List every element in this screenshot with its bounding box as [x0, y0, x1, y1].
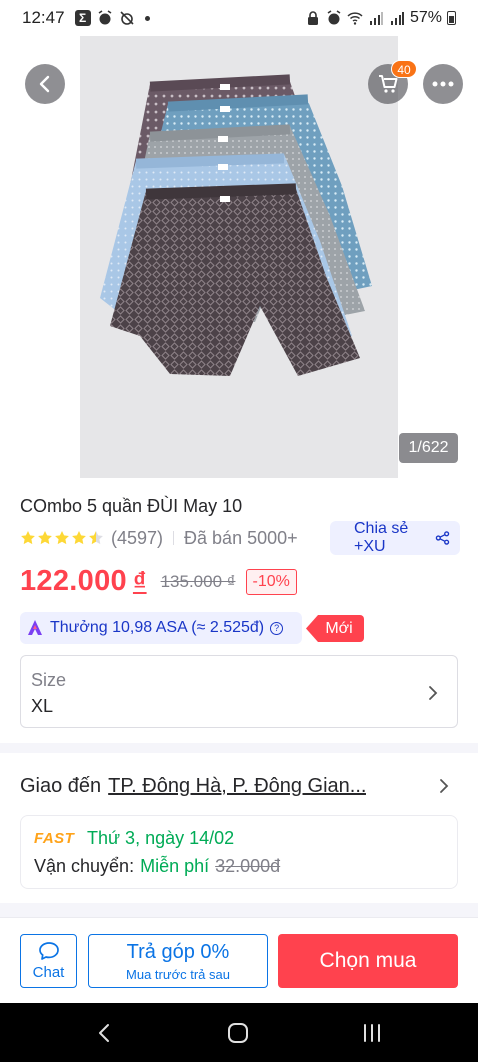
nav-recents-button[interactable]: [360, 1021, 384, 1045]
more-dots-icon: [432, 81, 454, 87]
shipping-old-fee: 32.000đ: [215, 856, 281, 876]
fast-delivery-logo: FAST: [34, 830, 75, 847]
delivery-address-row[interactable]: Giao đến TP. Đông Hà, P. Đông Gian...: [20, 774, 458, 798]
section-divider: [0, 903, 478, 917]
product-title: COmbo 5 quần ĐÙI May 10: [20, 496, 243, 516]
section-divider: [0, 743, 478, 753]
nav-back-icon: [99, 1024, 109, 1042]
nav-recents-icon: [364, 1024, 380, 1042]
price-currency: ₫: [132, 566, 147, 596]
original-price: 135.000 ₫: [160, 571, 236, 591]
chat-bubble-icon: [38, 942, 59, 960]
info-icon[interactable]: ?: [270, 621, 284, 635]
size-value: XL: [31, 696, 54, 716]
asa-reward-chip[interactable]: Thưởng 10,98 ASA (≈ 2.525đ) ?: [20, 612, 302, 644]
image-counter: 1/622: [399, 433, 458, 463]
sold-count: Đã bán 5000+: [184, 527, 298, 548]
new-tag: Mới: [306, 615, 364, 642]
delivery-label: Giao đến: [20, 774, 102, 797]
signal-icon: [390, 12, 404, 25]
asa-reward-text: Thưởng 10,98 ASA (≈ 2.525đ): [50, 619, 265, 636]
lock-icon: [307, 11, 318, 25]
product-photo[interactable]: [80, 36, 398, 478]
share-icon: [435, 531, 450, 545]
current-price: 122.000 ₫: [20, 565, 147, 598]
share-button[interactable]: Chia sẻ +XU: [330, 520, 460, 555]
price-value: 122.000: [20, 565, 127, 597]
star-icon: [38, 531, 52, 545]
half-star-icon: [89, 531, 103, 545]
alarm-off-icon: [119, 11, 134, 25]
asa-logo-icon: [28, 620, 42, 635]
share-label: Chia sẻ +XU: [354, 520, 409, 555]
shipping-fee: Miễn phí: [140, 856, 210, 876]
cart-count-badge: 40: [391, 60, 417, 78]
rating-stars: [20, 530, 104, 546]
bottom-action-bar: Chat Trả góp 0% Mua trước trả sau Chọn m…: [0, 917, 478, 1003]
shipping-info-box: FAST Thứ 3, ngày 14/02 Vận chuyển: Miễn p…: [20, 815, 458, 889]
battery-percent: 57%: [409, 9, 442, 26]
rating-count[interactable]: (4597): [111, 528, 163, 549]
nav-home-button[interactable]: [226, 1021, 250, 1045]
alarm-icon: [98, 10, 111, 25]
nav-back-button[interactable]: [92, 1021, 116, 1045]
shipping-fee-line: Vận chuyển: Miễn phí 32.000đ: [34, 856, 280, 877]
battery-icon: [447, 11, 456, 25]
chat-label: Chat: [32, 964, 65, 981]
sigma-icon: Σ: [74, 10, 91, 26]
alarm-icon: [327, 10, 341, 25]
chat-button[interactable]: Chat: [20, 934, 77, 988]
discount-badge: -10%: [245, 568, 297, 595]
size-selector[interactable]: Size XL: [20, 655, 458, 728]
product-image-area[interactable]: 40 1/622: [0, 36, 478, 478]
chevron-right-icon: [440, 779, 449, 793]
signal-icon: [369, 12, 383, 25]
divider: [173, 531, 175, 545]
status-bar: 12:47 Σ 57%: [0, 0, 478, 36]
delivery-date: Thứ 3, ngày 14/02: [87, 828, 235, 848]
installment-sublabel: Mua trước trả sau: [126, 966, 230, 982]
wifi-icon: [347, 12, 363, 25]
nav-home-icon: [228, 1023, 248, 1043]
price-row: 122.000 ₫ 135.000 ₫ -10%: [20, 565, 297, 598]
status-time: 12:47: [22, 8, 65, 27]
chevron-right-icon: [429, 686, 438, 700]
rating-row: (4597) Đã bán 5000+ Chia sẻ +XU: [20, 520, 460, 555]
shipping-label: Vận chuyển:: [34, 856, 135, 876]
installment-label: Trả góp 0%: [126, 940, 230, 963]
star-icon: [55, 531, 69, 545]
back-button[interactable]: [25, 64, 65, 104]
size-label: Size: [31, 670, 67, 690]
chevron-left-icon: [39, 75, 50, 93]
star-icon: [21, 531, 35, 545]
installment-button[interactable]: Trả góp 0% Mua trước trả sau: [88, 934, 268, 988]
star-icon: [72, 531, 86, 545]
more-options-button[interactable]: [423, 64, 463, 104]
delivery-address[interactable]: TP. Đông Hà, P. Đông Gian...: [108, 775, 366, 798]
buy-button[interactable]: Chọn mua: [278, 934, 458, 988]
android-nav-bar: [0, 1003, 478, 1062]
dot-icon: [144, 15, 150, 21]
boxer-shorts-image: [100, 74, 372, 376]
